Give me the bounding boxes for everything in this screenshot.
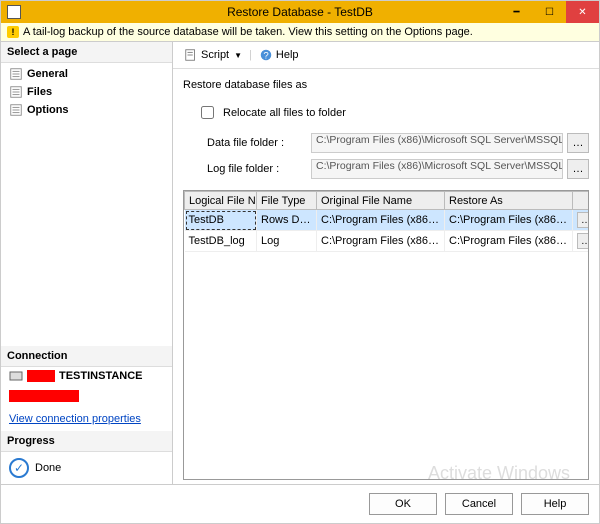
cell-original[interactable]: C:\Program Files (x86)\Micros... [317, 231, 445, 252]
server-name-text: TESTINSTANCE [59, 370, 143, 382]
data-folder-row: Data file folder : C:\Program Files (x86… [207, 133, 589, 153]
maximize-button[interactable]: ☐ [533, 1, 566, 23]
minimize-button[interactable]: ━ [500, 1, 533, 23]
relocate-checkbox-row: Relocate all files to folder [197, 103, 589, 122]
page-icon [9, 67, 23, 81]
relocate-label: Relocate all files to folder [223, 107, 346, 119]
connection-user [1, 388, 172, 407]
log-folder-row: Log file folder : C:\Program Files (x86)… [207, 159, 589, 179]
close-button[interactable]: ✕ [566, 1, 599, 23]
cell-restore[interactable]: C:\Program Files (x86)\Micros... [445, 231, 573, 252]
cell-type[interactable]: Rows Data [257, 210, 317, 231]
right-panel: Script ▼ | ? Help Restore database files… [173, 42, 599, 484]
page-nav: General Files Options [1, 63, 172, 121]
help-button[interactable]: ? Help [254, 45, 304, 65]
ok-button[interactable]: OK [369, 493, 437, 515]
connection-header: Connection [1, 346, 172, 367]
grid-header-row: Logical File Name File Type Original Fil… [185, 192, 590, 210]
col-restore[interactable]: Restore As [445, 192, 573, 210]
cancel-button[interactable]: Cancel [445, 493, 513, 515]
script-icon [184, 48, 198, 62]
col-type[interactable]: File Type [257, 192, 317, 210]
window-controls: ━ ☐ ✕ [500, 1, 599, 23]
nav-label: Files [27, 86, 52, 98]
help-label: Help [276, 49, 299, 61]
warning-bar: ! A tail-log backup of the source databa… [1, 23, 599, 42]
nav-label: Options [27, 104, 69, 116]
page-icon [9, 103, 23, 117]
data-folder-label: Data file folder : [207, 137, 307, 149]
redacted-user [9, 390, 79, 402]
col-browse [573, 192, 590, 210]
svg-text:?: ? [263, 51, 268, 62]
cell-restore[interactable]: C:\Program Files (x86)\Micros... [445, 210, 573, 231]
files-grid[interactable]: Logical File Name File Type Original Fil… [184, 191, 589, 252]
warning-text: A tail-log backup of the source database… [23, 26, 473, 38]
help-button-footer[interactable]: Help [521, 493, 589, 515]
view-connection-properties[interactable]: View connection properties [1, 407, 172, 431]
warning-icon: ! [7, 26, 19, 38]
log-folder-browse-button[interactable]: … [567, 159, 589, 179]
nav-options[interactable]: Options [1, 101, 172, 119]
dialog-footer: OK Cancel Help [1, 484, 599, 523]
data-folder-browse-button[interactable]: … [567, 133, 589, 153]
help-icon: ? [259, 48, 273, 62]
grid-row[interactable]: TestDB_log Log C:\Program Files (x86)\Mi… [185, 231, 590, 252]
titlebar: Restore Database - TestDB ━ ☐ ✕ [1, 1, 599, 23]
progress-status-row: ✓ Done [1, 452, 172, 484]
script-label: Script [201, 49, 229, 61]
script-button[interactable]: Script ▼ [179, 45, 247, 65]
relocate-checkbox[interactable] [201, 106, 214, 119]
row-browse-button[interactable]: … [577, 233, 589, 249]
redacted-prefix [27, 370, 55, 382]
row-browse-button[interactable]: … [577, 212, 589, 228]
left-panel: Select a page General Files Options [1, 42, 173, 484]
page-icon [9, 85, 23, 99]
nav-files[interactable]: Files [1, 83, 172, 101]
cell-logical[interactable]: TestDB [185, 210, 257, 231]
chevron-down-icon: ▼ [234, 51, 242, 60]
toolbar: Script ▼ | ? Help [173, 42, 599, 69]
progress-done-icon: ✓ [9, 458, 29, 478]
progress-header: Progress [1, 431, 172, 452]
nav-label: General [27, 68, 68, 80]
cell-original[interactable]: C:\Program Files (x86)\Micros... [317, 210, 445, 231]
select-page-header: Select a page [1, 42, 172, 63]
server-icon [9, 369, 23, 383]
col-original[interactable]: Original File Name [317, 192, 445, 210]
cell-type[interactable]: Log [257, 231, 317, 252]
grid-row[interactable]: TestDB Rows Data C:\Program Files (x86)\… [185, 210, 590, 231]
restore-files-title: Restore database files as [183, 79, 589, 91]
progress-status-text: Done [35, 462, 61, 474]
log-folder-label: Log file folder : [207, 163, 307, 175]
files-grid-wrapper: Logical File Name File Type Original Fil… [183, 190, 589, 480]
connection-server: TESTINSTANCE [1, 367, 172, 388]
nav-general[interactable]: General [1, 65, 172, 83]
log-folder-input[interactable]: C:\Program Files (x86)\Microsoft SQL Ser… [311, 159, 563, 179]
cell-logical[interactable]: TestDB_log [185, 231, 257, 252]
data-folder-input[interactable]: C:\Program Files (x86)\Microsoft SQL Ser… [311, 133, 563, 153]
col-logical[interactable]: Logical File Name [185, 192, 257, 210]
main-body: Restore database files as Relocate all f… [173, 69, 599, 484]
content-area: Select a page General Files Options [1, 42, 599, 484]
